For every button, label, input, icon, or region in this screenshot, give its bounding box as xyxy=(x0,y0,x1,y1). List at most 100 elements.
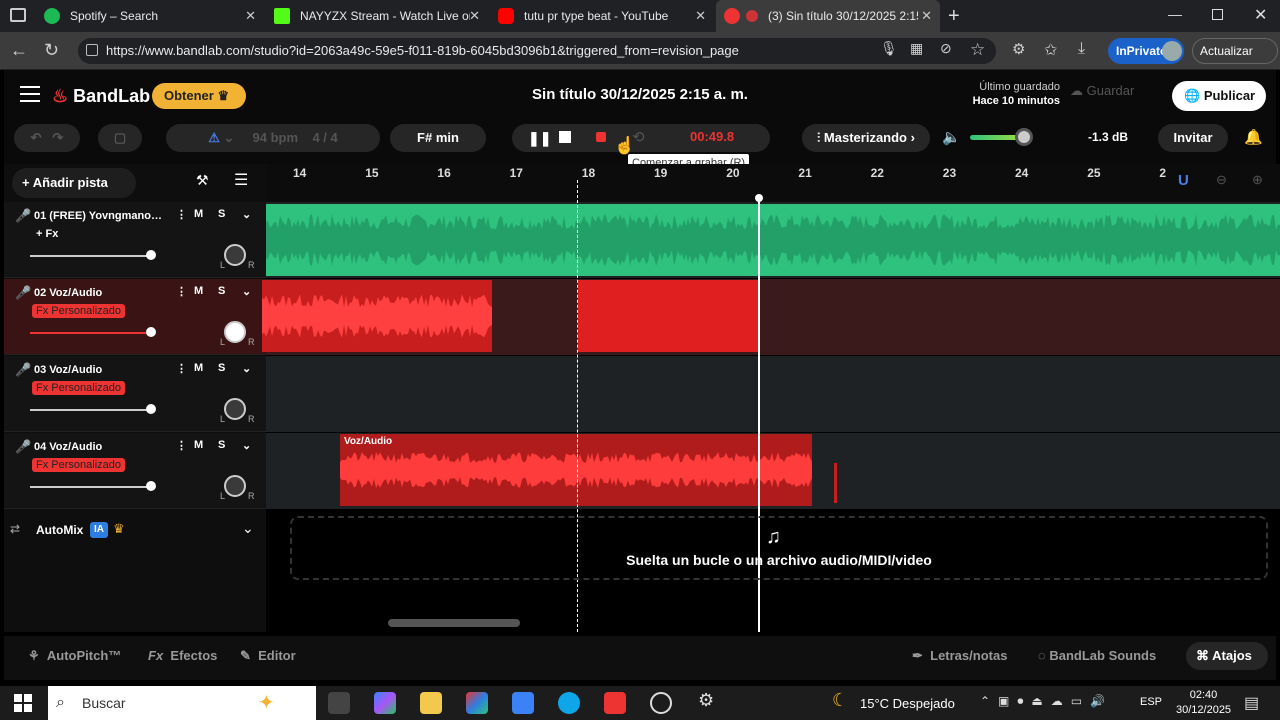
zoom-out-icon[interactable]: ⊖ xyxy=(1216,172,1227,188)
chevron-down-icon[interactable]: ⌄ xyxy=(242,285,251,298)
key-selector[interactable]: F# min xyxy=(390,124,486,152)
refresh-icon[interactable]: ↻ xyxy=(44,40,59,61)
undo-icon[interactable]: ↶ xyxy=(31,130,42,145)
volume-slider[interactable] xyxy=(30,486,152,488)
audio-clip[interactable] xyxy=(262,280,492,352)
volume-knob[interactable] xyxy=(1015,128,1033,146)
record-icon[interactable] xyxy=(596,132,606,142)
volume-slider[interactable] xyxy=(30,332,152,334)
track-01[interactable]: 🎤 01 (FREE) Yovngmano… + Fx ⋮ M S ⌄ L R xyxy=(4,202,266,278)
shortcuts-button[interactable]: ⌘ Atajos xyxy=(1186,642,1268,670)
pan-knob[interactable] xyxy=(224,475,246,497)
profile-avatar[interactable] xyxy=(1162,41,1182,61)
snap-magnet-icon[interactable]: U xyxy=(1178,172,1189,189)
weather-text[interactable]: 15°C Despejado xyxy=(860,696,955,711)
chevron-down-icon[interactable]: ⌄ xyxy=(242,208,251,221)
invite-button[interactable]: Invitar xyxy=(1158,124,1228,152)
grid-icon[interactable]: ▦ xyxy=(910,40,923,57)
fx-button[interactable]: Fx Personalizado xyxy=(32,458,125,472)
project-title[interactable]: Sin título 30/12/2025 2:15 a. m. xyxy=(430,86,850,103)
windows-start-icon[interactable] xyxy=(14,694,32,712)
more-icon[interactable]: ⋮ xyxy=(176,362,187,375)
solo-button[interactable]: S xyxy=(218,208,225,220)
mixer-icon[interactable]: ☰ xyxy=(234,170,248,190)
notification-center-icon[interactable]: ▤ xyxy=(1244,693,1259,713)
tracking-icon[interactable]: ⊘ xyxy=(940,40,952,57)
back-icon[interactable]: ← xyxy=(10,40,28,61)
fx-button[interactable]: Fx Personalizado xyxy=(32,304,125,318)
restore-icon[interactable] xyxy=(1212,9,1223,20)
bandlab-app-icon[interactable] xyxy=(604,692,626,714)
volume-slider[interactable] xyxy=(30,255,152,257)
tab-youtube[interactable]: tutu pr type beat - YouTube ✕ xyxy=(490,0,714,32)
timeline-ruler[interactable] xyxy=(266,164,1280,202)
pause-icon[interactable]: ❚❚ xyxy=(528,130,551,147)
downloads-icon[interactable]: ⤓ xyxy=(1078,40,1085,58)
tab-actions-icon[interactable] xyxy=(10,8,26,22)
url-field[interactable]: https://www.bandlab.com/studio?id=2063a4… xyxy=(78,38,996,64)
horizontal-scrollbar[interactable] xyxy=(388,619,520,627)
metronome-panel-button[interactable]: ▢ xyxy=(98,124,142,152)
bandlab-sounds-button[interactable]: ◌ BandLab Sounds xyxy=(1038,648,1156,663)
playhead-handle[interactable] xyxy=(755,194,763,202)
mute-button[interactable]: M xyxy=(194,208,203,220)
solo-button[interactable]: S xyxy=(218,362,225,374)
volume-knob[interactable] xyxy=(146,250,156,260)
lane-03[interactable] xyxy=(266,356,1280,432)
track-04[interactable]: 🎤 04 Voz/Audio Fx Personalizado ⋮ M S ⌄ … xyxy=(4,433,266,509)
file-explorer-icon[interactable] xyxy=(420,692,442,714)
recording-clip[interactable] xyxy=(578,280,758,352)
tools-icon[interactable]: ⚒ xyxy=(196,172,209,189)
pan-knob[interactable] xyxy=(224,321,246,343)
lane-02[interactable] xyxy=(262,279,1280,355)
fx-button[interactable]: + Fx xyxy=(32,227,62,241)
tab-bandlab[interactable]: (3) Sin título 30/12/2025 2:15 ✕ xyxy=(716,0,940,32)
favorites-icon[interactable]: ✩ xyxy=(1044,40,1057,60)
speaker-icon[interactable]: 🔈 xyxy=(942,128,961,146)
chevron-down-icon[interactable]: ⌄ xyxy=(242,520,254,537)
bandlab-logo[interactable]: ♨ BandLab xyxy=(52,86,150,107)
steam-icon[interactable] xyxy=(650,692,672,714)
volume-knob[interactable] xyxy=(146,327,156,337)
favorite-star-icon[interactable]: ☆ xyxy=(970,40,985,60)
store-icon[interactable] xyxy=(512,692,534,714)
close-tab-icon[interactable]: ✕ xyxy=(245,8,256,24)
pan-knob[interactable] xyxy=(224,398,246,420)
chevron-down-icon[interactable]: ⌄ xyxy=(242,439,251,452)
mute-button[interactable]: M xyxy=(194,362,203,374)
bpm-value[interactable]: 94 xyxy=(252,130,266,145)
volume-knob[interactable] xyxy=(146,404,156,414)
tab-spotify[interactable]: Spotify – Search ✕ xyxy=(36,0,264,32)
publish-button[interactable]: 🌐 Publicar xyxy=(1172,81,1266,111)
audio-clip[interactable] xyxy=(266,204,1280,276)
lane-04[interactable]: Voz/Audio xyxy=(266,433,1280,509)
audio-clip-fragment[interactable] xyxy=(834,463,837,503)
automix-label[interactable]: AutoMix xyxy=(36,523,83,537)
close-tab-icon[interactable]: ✕ xyxy=(921,8,932,24)
close-tab-icon[interactable]: ✕ xyxy=(469,8,480,24)
edge-icon[interactable] xyxy=(558,692,580,714)
zoom-in-icon[interactable]: ⊕ xyxy=(1252,172,1263,188)
site-info-icon[interactable] xyxy=(86,44,98,56)
volume-knob[interactable] xyxy=(146,481,156,491)
copilot-icon[interactable] xyxy=(374,692,396,714)
update-button[interactable]: Actualizar xyxy=(1192,38,1278,64)
fx-button[interactable]: Fx Personalizado xyxy=(32,381,125,395)
extensions-icon[interactable]: ⚙ xyxy=(1012,40,1025,58)
language-indicator[interactable]: ESP xyxy=(1140,696,1162,708)
mastering-button[interactable]: ⫶ Masterizando › xyxy=(802,124,930,152)
settings-gear-icon[interactable]: ⚙ xyxy=(698,690,714,711)
new-tab-icon[interactable]: + xyxy=(948,5,960,28)
track-03[interactable]: 🎤 03 Voz/Audio Fx Personalizado ⋮ M S ⌄ … xyxy=(4,356,266,432)
effects-button[interactable]: Fx Efectos xyxy=(148,648,217,663)
task-view-icon[interactable] xyxy=(328,692,350,714)
mute-button[interactable]: M xyxy=(194,285,203,297)
notifications-icon[interactable]: 🔔 xyxy=(1244,128,1263,146)
lyrics-button[interactable]: ✒ Letras/notas xyxy=(912,648,1007,664)
redo-icon[interactable]: ↷ xyxy=(52,130,63,145)
audio-clip[interactable]: Voz/Audio xyxy=(340,434,812,506)
microphone-icon[interactable]: 🎙 xyxy=(880,40,898,57)
chevron-down-icon[interactable]: ⌄ xyxy=(242,362,251,375)
solo-button[interactable]: S xyxy=(218,439,225,451)
tab-kick[interactable]: NAYYZX Stream - Watch Live on Kick ✕ xyxy=(266,0,488,32)
